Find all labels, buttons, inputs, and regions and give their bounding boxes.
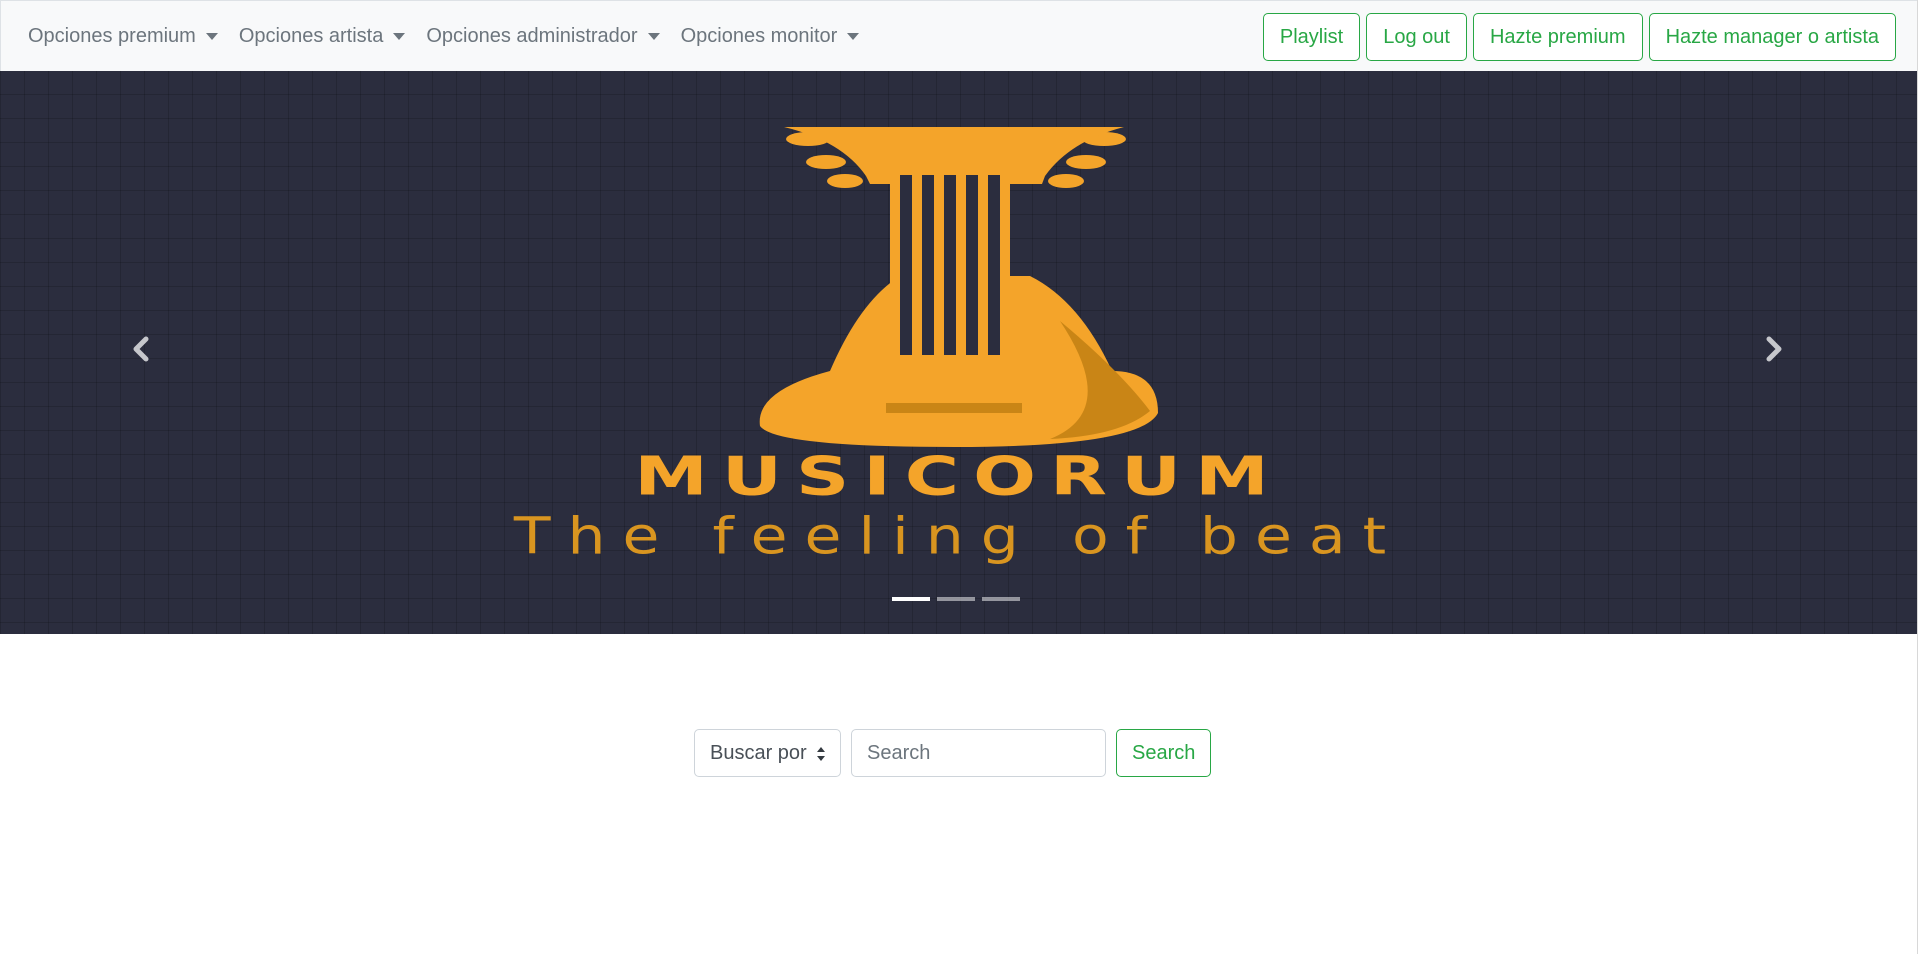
page-content: Opciones premium Opciones artista Opcion… — [0, 0, 1917, 954]
page: Opciones premium Opciones artista Opcion… — [0, 0, 1918, 954]
select-value: Buscar por — [710, 741, 807, 764]
slide-title: MUSICORUM — [634, 445, 1283, 508]
dropdown-label: Opciones artista — [238, 25, 384, 47]
hazte-manager-artista-button[interactable]: Hazte manager o artista — [1648, 13, 1896, 61]
dropdown-label: Opciones premium — [28, 25, 196, 47]
carousel-next-control[interactable] — [1753, 329, 1793, 369]
dropdown-label: Opciones monitor — [680, 25, 838, 47]
dropdown-opciones-premium[interactable]: Opciones premium — [28, 25, 218, 48]
chevron-right-icon — [1766, 336, 1782, 362]
caret-down-icon — [205, 33, 218, 40]
carousel-indicators — [892, 597, 1027, 601]
hero-carousel: MUSICORUM The feeling of beat — [0, 71, 1917, 634]
sort-arrows-icon — [817, 747, 825, 761]
chevron-left-icon — [133, 336, 149, 362]
dropdown-opciones-monitor[interactable]: Opciones monitor — [681, 25, 860, 48]
caret-down-icon — [393, 33, 406, 40]
search-button[interactable]: Search — [1116, 729, 1212, 777]
search-form: Buscar por Search — [694, 729, 1212, 777]
buscar-por-select[interactable]: Buscar por — [694, 729, 841, 777]
dropdown-opciones-administrador[interactable]: Opciones administrador — [426, 25, 660, 48]
top-navbar: Opciones premium Opciones artista Opcion… — [0, 0, 1917, 71]
slide-tagline: The feeling of beat — [513, 506, 1404, 567]
log-out-button[interactable]: Log out — [1366, 13, 1467, 61]
carousel-indicator-1[interactable] — [892, 597, 930, 601]
caret-down-icon — [647, 33, 660, 40]
nav-actions: Playlist Log out Hazte premium Hazte man… — [1257, 13, 1896, 61]
carousel-indicator-2[interactable] — [937, 597, 975, 601]
hazte-premium-button[interactable]: Hazte premium — [1472, 13, 1643, 61]
carousel-prev-control[interactable] — [122, 329, 162, 369]
dropdown-label: Opciones administrador — [426, 25, 638, 47]
carousel-indicator-3[interactable] — [982, 597, 1020, 601]
playlist-button[interactable]: Playlist — [1262, 13, 1361, 61]
search-input[interactable] — [851, 729, 1106, 777]
nav-menu: Opciones premium Opciones artista Opcion… — [28, 1, 880, 72]
dropdown-opciones-artista[interactable]: Opciones artista — [239, 25, 406, 48]
caret-down-icon — [847, 33, 860, 40]
